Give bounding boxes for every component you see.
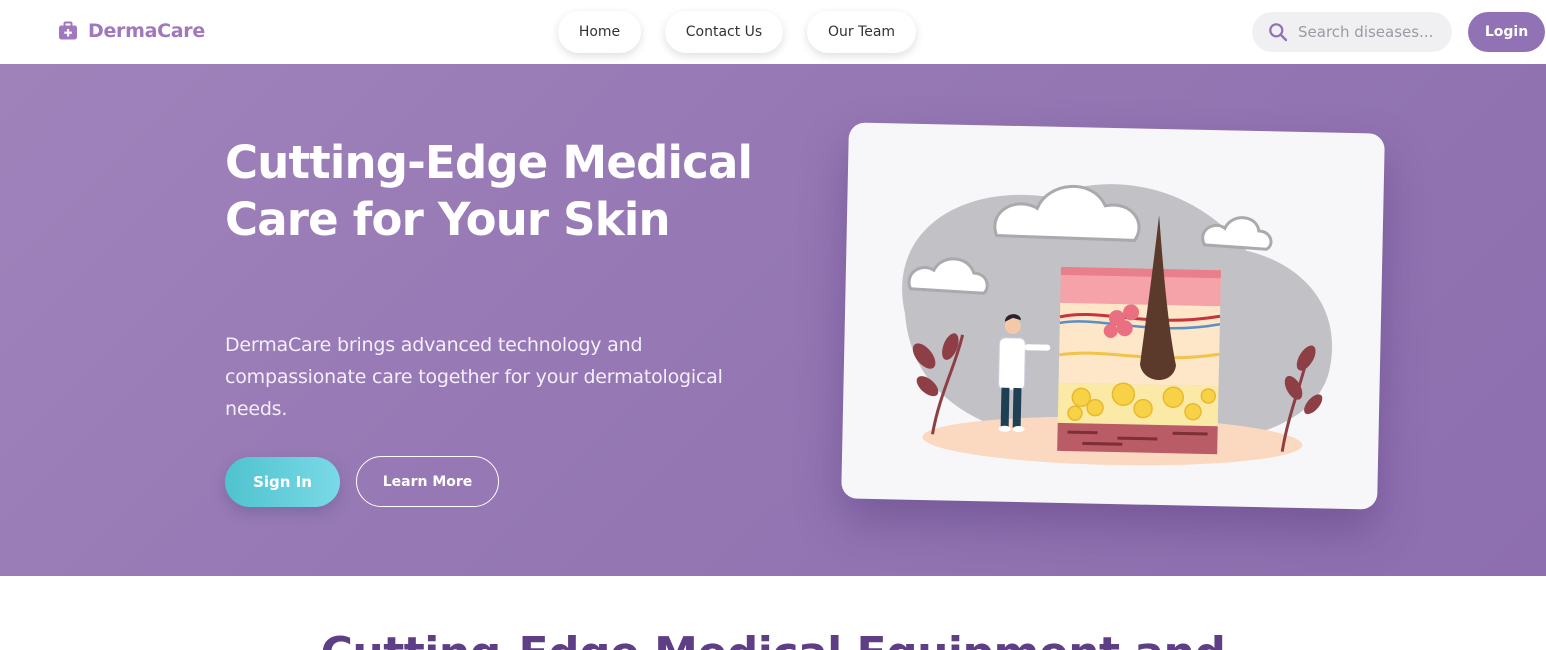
hero-description: DermaCare brings advanced technology and… bbox=[225, 334, 723, 420]
brand-logo[interactable]: DermaCare bbox=[58, 20, 205, 42]
hero-bottom-curve bbox=[0, 560, 1546, 576]
site-header: DermaCare Home Contact Us Our Team Login bbox=[0, 0, 1546, 64]
nav-item-home[interactable]: Home bbox=[558, 11, 641, 53]
main-nav: Home Contact Us Our Team bbox=[558, 11, 916, 53]
hero-illustration-card bbox=[841, 122, 1385, 510]
search-input[interactable] bbox=[1298, 23, 1448, 41]
skin-layers-doctor-illustration bbox=[902, 184, 1333, 466]
brand-name: DermaCare bbox=[88, 20, 205, 42]
hero-title: Cutting-Edge Medical Care for Your Skin bbox=[225, 136, 753, 246]
sign-in-button[interactable]: Sign In bbox=[225, 457, 340, 507]
search-box[interactable] bbox=[1252, 12, 1452, 52]
login-button[interactable]: Login bbox=[1468, 12, 1545, 52]
learn-more-button[interactable]: Learn More bbox=[356, 456, 499, 507]
search-icon bbox=[1269, 23, 1288, 42]
nav-item-contact-us[interactable]: Contact Us bbox=[665, 11, 783, 53]
medical-kit-icon bbox=[59, 21, 77, 40]
nav-item-our-team[interactable]: Our Team bbox=[807, 11, 916, 53]
section-title: Cutting-Edge Medical Equipment and bbox=[0, 628, 1546, 650]
hero-section: Cutting-Edge Medical Care for Your Skin … bbox=[0, 64, 1546, 576]
